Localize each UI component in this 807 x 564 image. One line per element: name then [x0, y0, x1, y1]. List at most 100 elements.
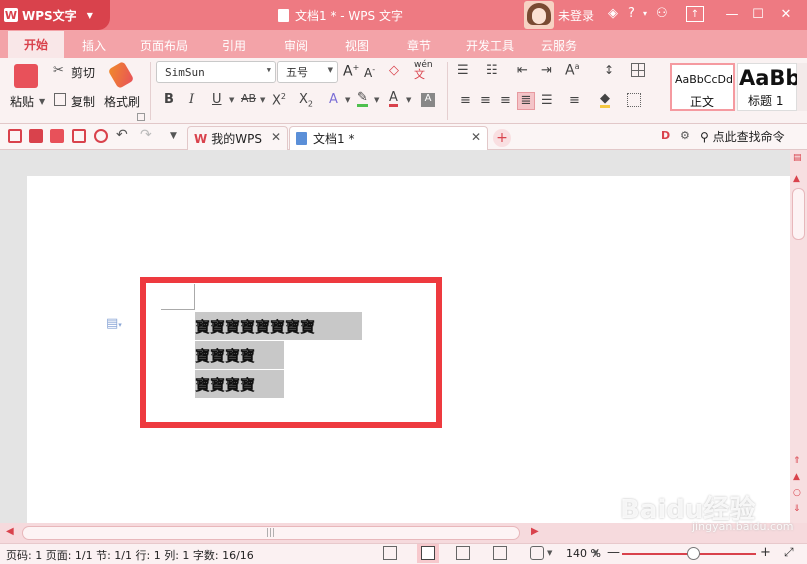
undo-icon[interactable]: ↶	[116, 127, 128, 143]
chevron-down-icon[interactable]: ▼	[229, 96, 234, 104]
align-left-icon[interactable]: ≡	[460, 93, 471, 108]
shading-icon[interactable]: ◆	[600, 92, 610, 108]
doc-tab-document1[interactable]: 文档1 * ✕	[289, 126, 488, 150]
scroll-right-icon[interactable]: ▶	[531, 526, 539, 537]
dialog-launcher-icon[interactable]	[137, 113, 145, 121]
bold-icon[interactable]: B	[164, 92, 174, 107]
doc-tab-my-wps[interactable]: W 我的WPS ✕	[187, 126, 288, 150]
find-command-search[interactable]: ⚲ 点此查找命令	[700, 128, 785, 145]
tab-insert[interactable]: 插入	[82, 37, 106, 54]
line-spacing-icon[interactable]: ≡	[569, 93, 580, 108]
settings-icon[interactable]: ⚙	[680, 129, 690, 142]
chevron-down-icon[interactable]: ▼	[170, 131, 177, 141]
chevron-down-icon[interactable]: ▼	[39, 97, 45, 106]
bullets-icon[interactable]: ☰	[457, 63, 469, 78]
new-icon[interactable]	[8, 129, 22, 143]
format-painter-button[interactable]: 格式刷	[104, 93, 140, 110]
vertical-scroll-thumb[interactable]	[792, 188, 805, 240]
close-icon[interactable]: ✕	[471, 130, 481, 144]
login-link[interactable]: 未登录	[558, 7, 594, 24]
export-pdf-icon[interactable]	[50, 129, 64, 143]
help-icon[interactable]: ?	[628, 6, 635, 21]
ribbon-more-button[interactable]	[797, 63, 807, 111]
font-size-select[interactable]: 五号 ▼	[277, 61, 338, 83]
paste-icon[interactable]	[14, 64, 38, 88]
fullscreen-icon[interactable]	[383, 546, 397, 560]
style-heading-1[interactable]: AaBb 标题 1	[737, 63, 800, 111]
wps-d-icon[interactable]: D	[661, 129, 670, 142]
tab-developer[interactable]: 开发工具	[466, 37, 514, 54]
page-up-icon[interactable]: ⇑	[793, 456, 801, 466]
underline-icon[interactable]: U	[212, 92, 222, 107]
scroll-up-icon[interactable]: ▲	[793, 174, 800, 184]
copy-button[interactable]: 复制	[71, 93, 95, 110]
chevron-down-icon[interactable]: ▼	[345, 96, 350, 104]
app-menu-button[interactable]: W WPS文字 ▼	[0, 0, 110, 30]
print-preview-icon[interactable]	[94, 129, 108, 143]
distributed-icon[interactable]: ☰	[541, 93, 553, 108]
tab-view[interactable]: 视图	[345, 37, 369, 54]
table-icon[interactable]	[631, 63, 645, 77]
chevron-down-icon[interactable]: ▼	[593, 549, 598, 557]
zoom-out-icon[interactable]: —	[607, 545, 620, 560]
align-center-icon[interactable]: ≡	[480, 93, 491, 108]
horizontal-scroll-thumb[interactable]: |||	[22, 526, 520, 540]
minimize-button[interactable]: —	[722, 5, 742, 23]
decrease-indent-icon[interactable]: ⇤	[517, 63, 528, 78]
user-icon[interactable]: ⚇	[656, 6, 668, 21]
tab-section[interactable]: 章节	[407, 37, 431, 54]
outline-view-icon[interactable]	[456, 546, 470, 560]
change-case-icon[interactable]: Aa	[565, 62, 579, 79]
maximize-button[interactable]: ☐	[748, 5, 768, 23]
paste-button[interactable]: 粘贴	[10, 93, 34, 110]
chevron-down-icon[interactable]: ▼	[260, 96, 265, 104]
paragraph-layout-icon[interactable]: ▤▾	[106, 316, 122, 331]
strikethrough-icon[interactable]: AB	[241, 92, 256, 105]
close-icon[interactable]: ✕	[271, 130, 281, 144]
redo-icon[interactable]: ↷	[140, 127, 152, 143]
text-effect-icon[interactable]: A	[329, 92, 338, 107]
tab-home[interactable]: 开始	[8, 31, 64, 58]
subscript-icon[interactable]: X2	[299, 92, 313, 109]
superscript-icon[interactable]: X2	[272, 92, 286, 108]
chevron-down-icon[interactable]: ▼	[374, 96, 379, 104]
chevron-down-icon[interactable]: ▼	[406, 96, 411, 104]
skin-icon[interactable]: ◈	[608, 6, 618, 21]
tab-review[interactable]: 审阅	[284, 37, 308, 54]
save-icon[interactable]	[29, 129, 43, 143]
numbering-icon[interactable]: ☷	[486, 63, 498, 78]
print-icon[interactable]	[72, 129, 86, 143]
justify-icon[interactable]: ≣	[517, 92, 535, 110]
font-color-icon[interactable]: A	[389, 91, 398, 107]
style-normal[interactable]: AaBbCcDd 正文	[670, 63, 735, 111]
border-icon[interactable]	[627, 93, 641, 107]
chevron-down-icon[interactable]: ▾	[643, 9, 647, 18]
page-down-icon[interactable]: ⇓	[793, 504, 801, 514]
tab-cloud[interactable]: 云服务	[541, 37, 577, 54]
zoom-slider-handle[interactable]	[687, 547, 700, 560]
upload-icon[interactable]: ↑	[686, 6, 704, 22]
sort-icon[interactable]: ↕	[604, 63, 614, 77]
avatar[interactable]	[524, 1, 554, 29]
web-view-icon[interactable]	[493, 546, 507, 560]
prev-page-icon[interactable]: ▲	[793, 472, 800, 482]
reading-mode-icon[interactable]	[530, 546, 544, 560]
new-tab-button[interactable]: +	[493, 129, 511, 147]
grow-font-icon[interactable]: A+	[343, 63, 359, 80]
highlight-icon[interactable]: ✎	[357, 91, 368, 107]
tab-references[interactable]: 引用	[222, 37, 246, 54]
shrink-font-icon[interactable]: A-	[364, 65, 375, 80]
select-browse-icon[interactable]: ○	[793, 488, 801, 498]
increase-indent-icon[interactable]: ⇥	[541, 63, 552, 78]
italic-icon[interactable]: I	[189, 92, 194, 107]
cut-button[interactable]: 剪切	[71, 64, 95, 81]
tab-page-layout[interactable]: 页面布局	[140, 37, 188, 54]
phonetic-guide-icon[interactable]: wén 文	[414, 61, 433, 81]
chevron-down-icon[interactable]: ▼	[547, 549, 552, 557]
char-shading-icon[interactable]: A	[421, 93, 435, 107]
font-name-select[interactable]: SimSun ▼	[156, 61, 276, 83]
scroll-left-icon[interactable]: ◀	[6, 526, 14, 537]
split-icon[interactable]: ▤	[793, 153, 802, 163]
fit-width-icon[interactable]: ⤢	[784, 545, 794, 560]
close-button[interactable]: ✕	[776, 5, 796, 23]
